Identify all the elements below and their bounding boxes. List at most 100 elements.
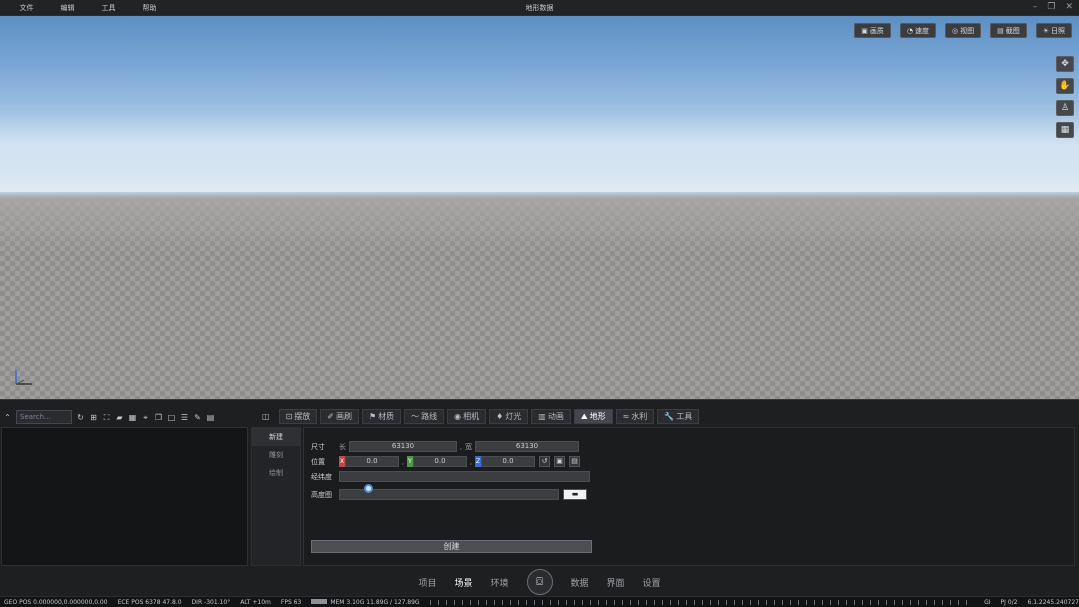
ece-position: ECE POS 6378 47.8.0: [117, 598, 182, 606]
chevron-up-icon[interactable]: ⌃: [3, 413, 12, 422]
window-title: 地形数据: [525, 4, 554, 12]
bottom-navigation: 项目 场景 环境 ⌼ 数据 界面 设置: [0, 568, 1079, 596]
latlon-label: 经纬度: [311, 472, 332, 481]
tab-light[interactable]: ♦ 灯光: [489, 409, 529, 424]
fps-readout: FPS 63: [280, 598, 302, 606]
minimize-icon[interactable]: –: [1033, 2, 1038, 12]
tab-brush[interactable]: ✐ 画刷: [320, 409, 359, 424]
tool-tabs: ◫ ⊡ 摆放 ✐ 画刷 ⚑ 材质 〜路线 ◉ 相机 ♦ 灯光 ▥ 动画 ⛰ 地形 ≈ 水利 🔧 工…: [256, 409, 700, 424]
copy-icon[interactable]: ❐: [154, 413, 163, 422]
scene-viewport[interactable]: ▣ 画质 ◔ 速度 ◎ 视图 ▤ 截图 ☀ 日照 ✥ ✋ ♙ ▦: [0, 16, 1079, 399]
tab-terrain[interactable]: ⛰ 地形: [573, 409, 613, 424]
light-icon: ♦: [496, 412, 504, 421]
browse-folder-icon[interactable]: ▬: [563, 489, 587, 500]
panel-icon[interactable]: ▤: [206, 413, 215, 422]
screenshot-button[interactable]: ▤ 截图: [990, 23, 1027, 38]
gauge-icon: ◔: [906, 26, 913, 35]
tab-route[interactable]: 〜路线: [404, 409, 445, 424]
list-icon[interactable]: ☰: [180, 413, 189, 422]
nav-environment[interactable]: 环境: [490, 576, 508, 589]
pj-readout: PJ 0/2: [1000, 598, 1018, 606]
cursor-indicator: [364, 484, 373, 493]
speed-button[interactable]: ◔ 速度: [899, 23, 936, 38]
version-readout: 6.1.2245.240727: [1027, 598, 1079, 606]
edit-icon[interactable]: ✎: [193, 413, 202, 422]
position-y-input[interactable]: 0.0: [413, 456, 467, 467]
square-icon[interactable]: □: [167, 413, 176, 422]
heightmap-row: 高度图 ▬: [311, 489, 587, 500]
direction-readout: DIR -301.10°: [191, 598, 231, 606]
terrain-create-form: 尺寸 长 63130 , 宽 63130 位置 X 0.0 , Y 0.0 , …: [303, 427, 1075, 566]
tab-animation[interactable]: ▥ 动画: [531, 409, 571, 424]
nav-project[interactable]: 项目: [418, 576, 436, 589]
altitude-readout: ALT +10m: [240, 598, 271, 606]
memory-bar: [311, 598, 328, 604]
refresh-icon[interactable]: ↻: [76, 413, 85, 422]
restore-icon[interactable]: ❐: [1047, 2, 1055, 12]
fit-icon[interactable]: ⛶: [102, 413, 111, 422]
grid-icon[interactable]: ▦: [128, 413, 137, 422]
tab-tools[interactable]: 🔧 工具: [657, 409, 700, 424]
timeline-ticks: [429, 599, 975, 605]
geo-position: GEO POS 0.000000,0.000000,0.00: [4, 598, 108, 606]
crosshair-icon[interactable]: ⌖: [141, 413, 150, 422]
position-label: 位置: [311, 457, 325, 466]
search-input[interactable]: Search...: [16, 410, 72, 424]
locate-icon[interactable]: ▤: [569, 456, 580, 467]
tree-toolbar: ⌃ Search... ↻ ⊞ ⛶ ▰ ▦ ⌖ ❐ □ ☰ ✎ ▤: [3, 409, 215, 425]
position-x-input[interactable]: 0.0: [345, 456, 399, 467]
move-icon[interactable]: ✥: [1056, 56, 1074, 72]
create-button[interactable]: 创建: [311, 540, 592, 553]
image-icon: ▣: [861, 26, 868, 35]
material-icon: ⚑: [368, 412, 377, 421]
ground-haze: [0, 196, 1079, 256]
terrain-subnav: 新建 雕刻 绘制: [251, 427, 301, 566]
width-input[interactable]: 63130: [475, 441, 579, 452]
subnav-sculpt[interactable]: 雕刻: [252, 446, 300, 464]
window-controls: – ❐ ✕: [1033, 2, 1073, 12]
width-label: 宽: [465, 442, 472, 451]
title-bar: 文件 编辑 工具 帮助 地形数据 – ❐ ✕: [0, 0, 1079, 16]
view-button[interactable]: ◎ 视图: [944, 23, 982, 38]
tab-camera[interactable]: ◉ 相机: [447, 409, 487, 424]
app-logo-icon[interactable]: ⌼: [526, 569, 553, 595]
tab-material[interactable]: ⚑ 材质: [361, 409, 402, 424]
gi-readout: GI: [984, 598, 991, 606]
tab-water[interactable]: ≈ 水利: [615, 409, 655, 424]
sunlight-button[interactable]: ☀ 日照: [1035, 23, 1072, 38]
cube-icon: ⊡: [285, 412, 293, 421]
quality-button[interactable]: ▣ 画质: [854, 23, 891, 38]
scene-tree-panel: ⌃ Search... ↻ ⊞ ⛶ ▰ ▦ ⌖ ❐ □ ☰ ✎ ▤: [0, 400, 249, 567]
latlon-input[interactable]: [339, 471, 590, 482]
position-z-input[interactable]: 0.0: [481, 456, 535, 467]
tab-place[interactable]: ⊡ 摆放: [278, 409, 318, 424]
bottom-panel: ⌃ Search... ↻ ⊞ ⛶ ▰ ▦ ⌖ ❐ □ ☰ ✎ ▤ ◫ ⊡ 摆放 …: [0, 399, 1079, 596]
subnav-paint[interactable]: 绘制: [252, 464, 300, 482]
water-icon: ≈: [622, 412, 630, 421]
screenshot-icon: ▤: [997, 26, 1004, 35]
close-icon[interactable]: ✕: [1065, 2, 1073, 12]
nav-scene[interactable]: 场景: [454, 576, 472, 589]
nav-data[interactable]: 数据: [571, 576, 589, 589]
length-input[interactable]: 63130: [349, 441, 457, 452]
subnav-new[interactable]: 新建: [252, 428, 300, 446]
person-icon[interactable]: ♙: [1056, 100, 1074, 116]
nav-interface[interactable]: 界面: [607, 576, 625, 589]
view-icon: ◎: [951, 26, 959, 35]
wrench-icon: 🔧: [664, 412, 675, 421]
terrain-icon: ⛰: [580, 411, 588, 421]
viewport-toolbar: ▣ 画质 ◔ 速度 ◎ 视图 ▤ 截图 ☀ 日照: [854, 23, 1072, 38]
expand-icon[interactable]: ⊞: [89, 413, 98, 422]
size-label: 尺寸: [311, 442, 325, 451]
pick-icon[interactable]: ▣: [554, 456, 565, 467]
folder-icon[interactable]: ▰: [115, 413, 124, 422]
nav-settings[interactable]: 设置: [643, 576, 661, 589]
pan-icon[interactable]: ✋: [1056, 78, 1074, 94]
scene-tree[interactable]: [1, 427, 248, 566]
position-row: 位置 X 0.0 , Y 0.0 , Z 0.0 ↺ ▣ ▤: [311, 456, 580, 467]
axis-gizmo-icon: [15, 370, 32, 385]
reset-icon[interactable]: ↺: [539, 456, 550, 467]
map-icon[interactable]: ▦: [1056, 122, 1074, 138]
camera-toggle-icon[interactable]: ◫: [256, 409, 276, 424]
horizon: [0, 192, 1079, 198]
